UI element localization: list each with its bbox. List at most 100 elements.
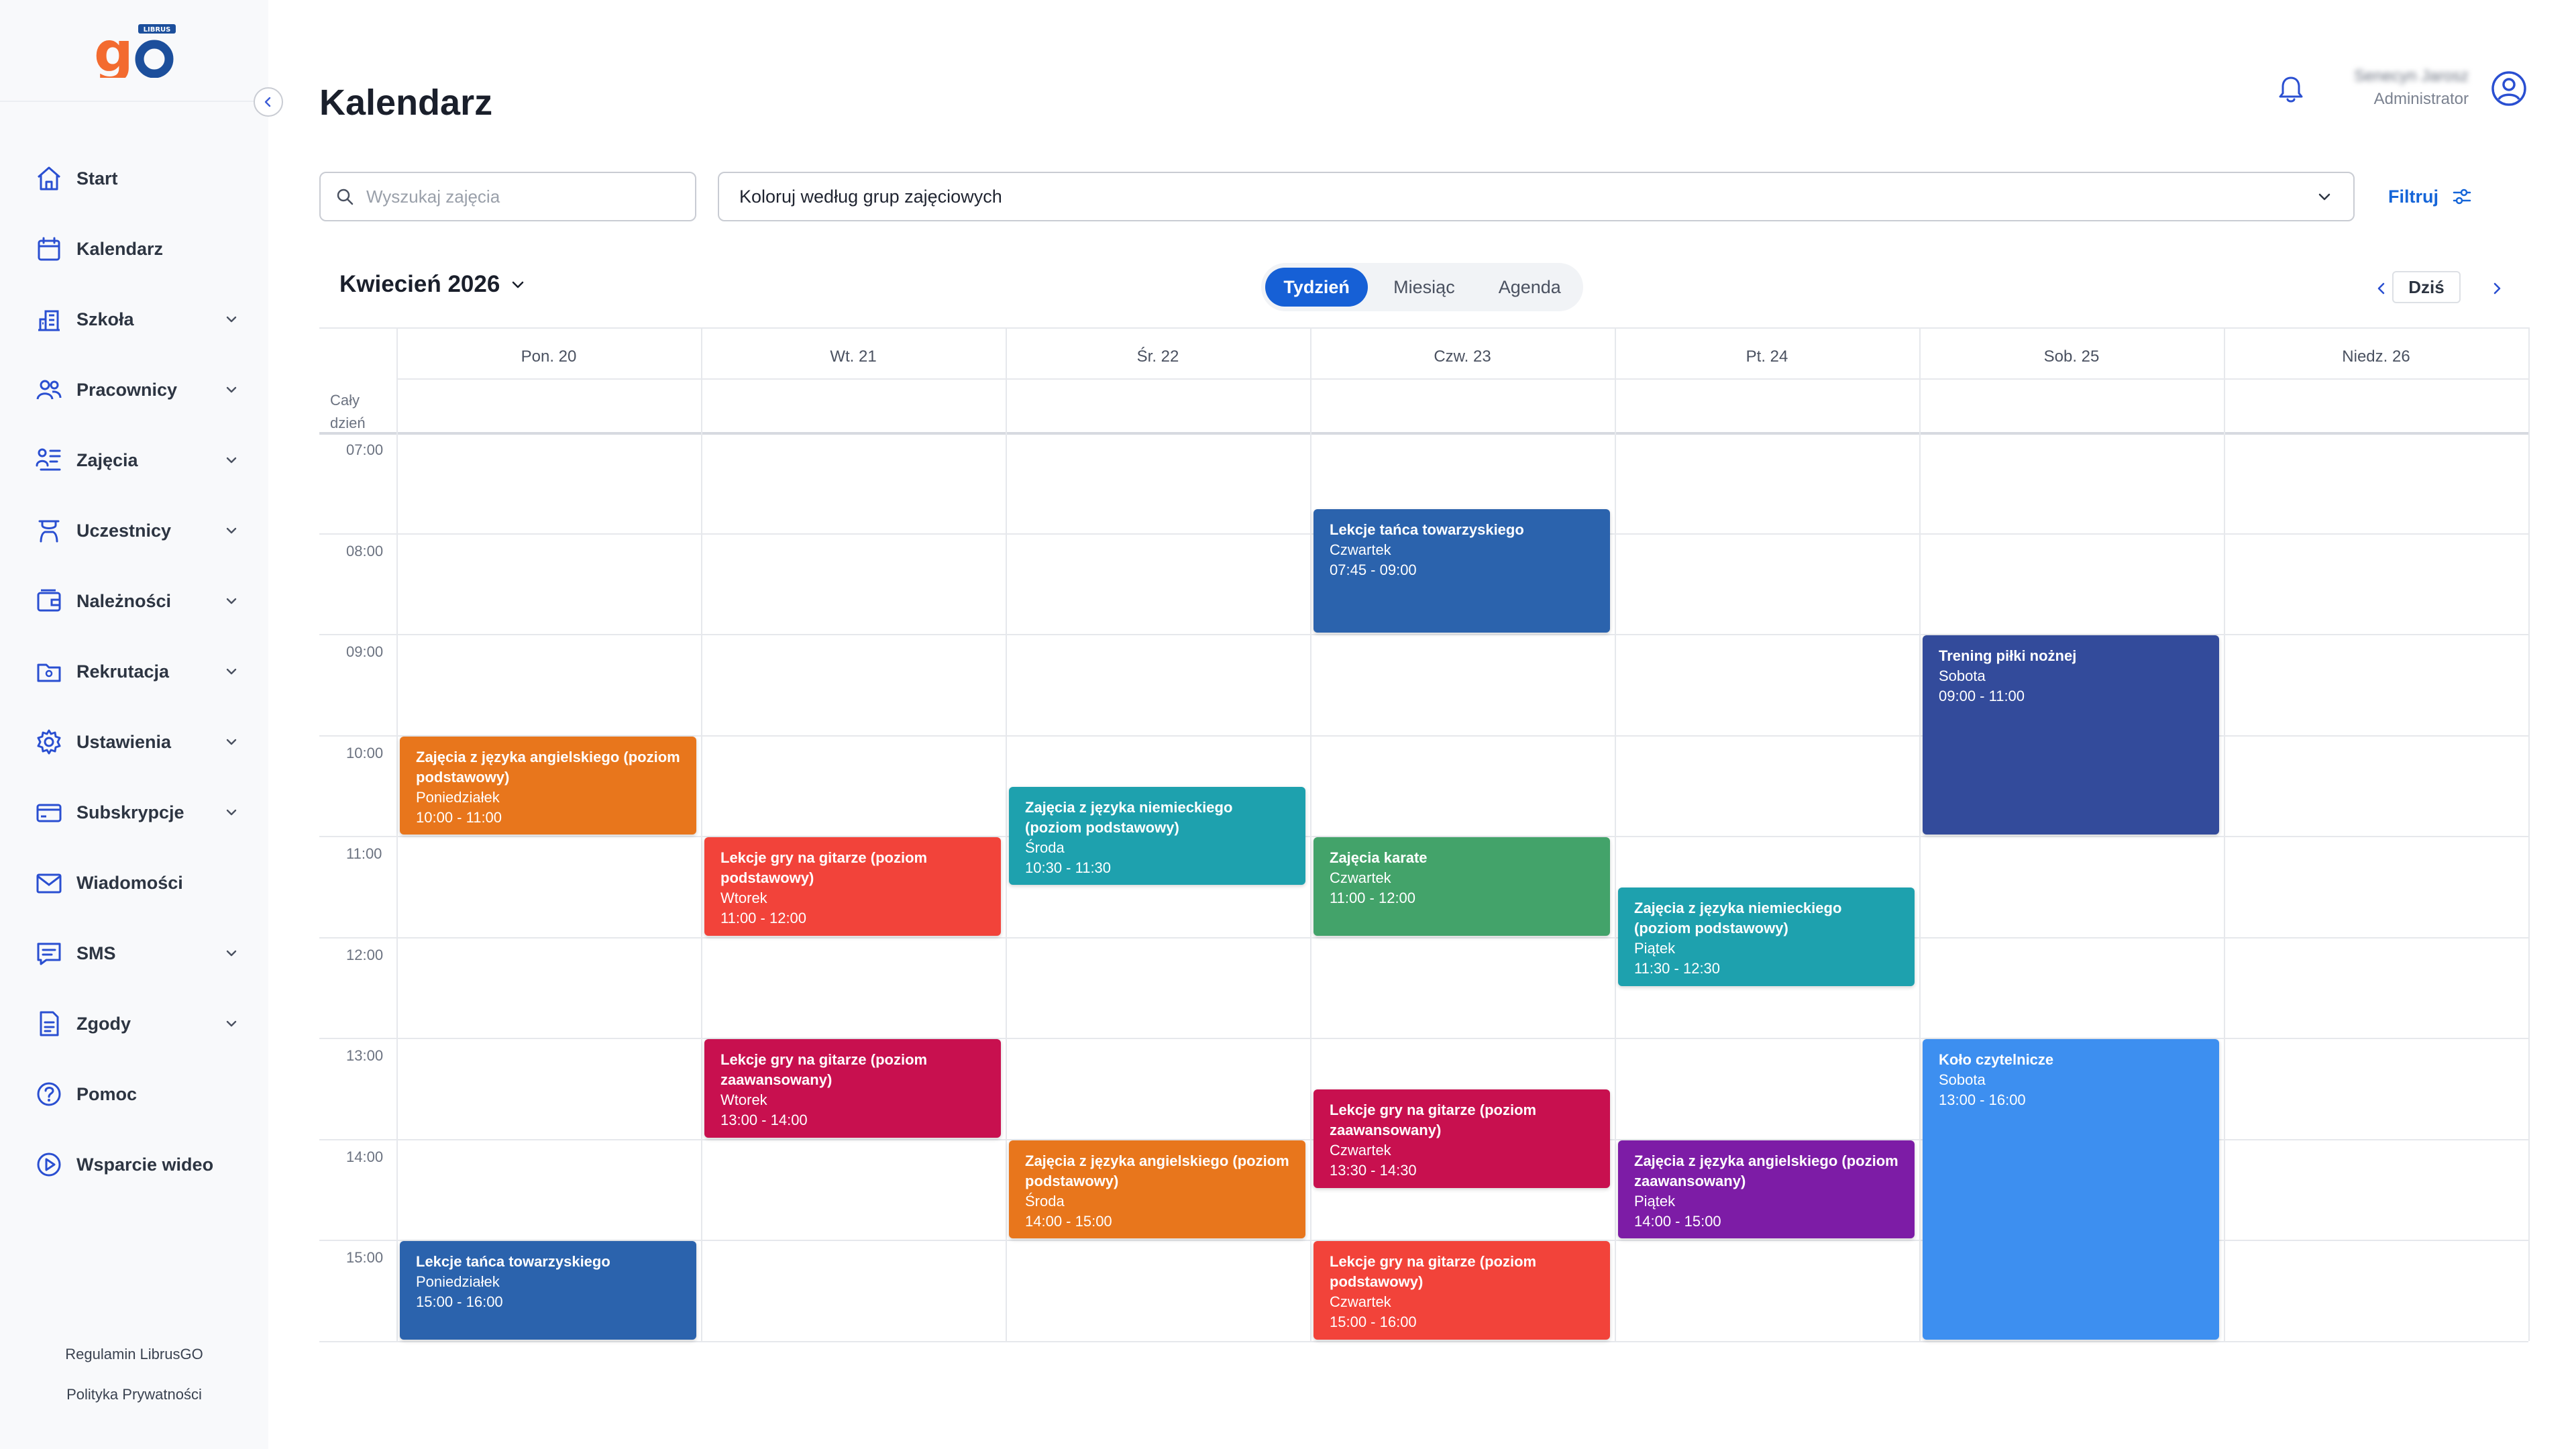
today-button[interactable]: Dziś xyxy=(2392,271,2461,303)
tab-agenda[interactable]: Agenda xyxy=(1481,268,1579,307)
calendar-event[interactable]: Lekcje gry na gitarze (poziom zaawansowa… xyxy=(1313,1089,1610,1188)
day-header[interactable]: Pt. 24 xyxy=(1615,347,1919,366)
calendar-event[interactable]: Zajęcia z języka angielskiego (poziom za… xyxy=(1618,1140,1915,1238)
chevron-left-icon xyxy=(2377,282,2385,294)
grid-line xyxy=(2528,327,2530,1341)
chevron-down-icon xyxy=(221,732,241,752)
event-title: Koło czytelnicze xyxy=(1939,1051,2054,1068)
event-title: Lekcje gry na gitarze (poziom zaawansowa… xyxy=(1330,1102,1537,1139)
tab-month[interactable]: Miesiąc xyxy=(1368,268,1480,307)
next-week-button[interactable] xyxy=(2483,275,2510,302)
hour-label: 15:00 xyxy=(346,1249,384,1266)
grid-line xyxy=(319,327,2528,329)
sidebar-item-13[interactable]: Zgody xyxy=(34,1004,241,1044)
day-header[interactable]: Wt. 21 xyxy=(701,347,1006,366)
calendar-event[interactable]: Lekcje tańca towarzyskiego Czwartek 07:45 … xyxy=(1313,508,1610,633)
grid-line xyxy=(319,1340,2528,1342)
librusgo-logo[interactable]: g LIBRUS xyxy=(94,21,178,85)
filter-button[interactable]: Filtruj xyxy=(2388,180,2473,213)
notifications-bell-icon[interactable] xyxy=(2274,72,2308,106)
event-title: Zajęcia z języka angielskiego (poziom za… xyxy=(1634,1152,1898,1189)
search-field[interactable] xyxy=(319,172,696,221)
grid-line xyxy=(1615,327,1616,1341)
svg-text:g: g xyxy=(94,24,133,78)
sidebar-item-1[interactable]: Start xyxy=(34,158,241,199)
event-title: Lekcje tańca towarzyskiego xyxy=(416,1253,610,1270)
card-icon xyxy=(34,797,64,828)
sliders-icon xyxy=(2453,189,2471,205)
chevron-right-icon xyxy=(2493,282,2501,294)
sidebar-item-12[interactable]: SMS xyxy=(34,933,241,973)
day-header[interactable]: Sob. 25 xyxy=(1919,347,2224,366)
chevron-down-icon xyxy=(221,1014,241,1034)
color-by-select[interactable]: Koloruj według grup zajęciowych xyxy=(718,172,2355,221)
sidebar-item-3[interactable]: Szkoła xyxy=(34,299,241,339)
sidebar-item-7[interactable]: Należności xyxy=(34,581,241,621)
calendar-event[interactable]: Zajęcia z języka niemieckiego (poziom po… xyxy=(1618,888,1915,986)
chevron-down-icon xyxy=(221,661,241,682)
event-weekday: Czwartek xyxy=(1330,1142,1391,1159)
hour-label: 14:00 xyxy=(346,1148,384,1165)
calendar-event[interactable]: Lekcje tańca towarzyskiego Poniedziałek 15… xyxy=(400,1241,696,1340)
event-time: 09:00 - 11:00 xyxy=(1939,688,2025,704)
school-icon xyxy=(34,304,64,335)
sidebar-item-label: Pracownicy xyxy=(76,379,178,400)
sidebar-item-8[interactable]: Rekrutacja xyxy=(34,651,241,692)
folder-icon xyxy=(34,656,64,687)
previous-week-button[interactable] xyxy=(2368,275,2395,302)
collapse-sidebar-button[interactable] xyxy=(254,87,283,117)
calendar-event[interactable]: Zajęcia z języka angielskiego (poziom po… xyxy=(1009,1140,1305,1238)
view-switcher: Tydzień Miesiąc Agenda xyxy=(1261,263,1583,311)
sidebar-item-9[interactable]: Ustawienia xyxy=(34,722,241,762)
day-header[interactable]: Niedz. 26 xyxy=(2224,347,2528,366)
calendar-event[interactable]: Zajęcia z języka angielskiego (poziom po… xyxy=(400,736,696,835)
sidebar-item-label: Ustawienia xyxy=(76,731,172,752)
calendar-event[interactable]: Lekcje gry na gitarze (poziom zaawansowa… xyxy=(704,1039,1001,1138)
calendar-event[interactable]: Zajęcia z języka niemieckiego (poziom po… xyxy=(1009,786,1305,885)
event-weekday: Poniedziałek xyxy=(416,788,500,806)
chevron-down-icon xyxy=(221,309,241,329)
day-header[interactable]: Pon. 20 xyxy=(396,347,701,366)
calendar-event[interactable]: Trening piłki nożnej Sobota 09:00 - 11:00 xyxy=(1923,635,2219,835)
calendar-event[interactable]: Zajęcia karate Czwartek 11:00 - 12:00 xyxy=(1313,837,1610,936)
page-title: Kalendarz xyxy=(319,83,493,123)
search-icon xyxy=(337,189,354,205)
wallet-icon xyxy=(34,586,64,616)
calendar-event[interactable]: Lekcje gry na gitarze (poziom podstawowy… xyxy=(704,837,1001,936)
search-input[interactable] xyxy=(366,186,661,207)
grid-line xyxy=(319,936,2528,938)
sidebar-item-11[interactable]: Wiadomości xyxy=(34,863,241,903)
chevron-down-icon xyxy=(221,521,241,541)
sidebar-item-14[interactable]: Pomoc xyxy=(34,1074,241,1114)
hour-label: 12:00 xyxy=(346,946,384,963)
color-by-select-value: Koloruj według grup zajęciowych xyxy=(739,186,1002,207)
event-weekday: Środa xyxy=(1025,839,1065,856)
hour-label: 10:00 xyxy=(346,744,384,761)
sidebar-item-15[interactable]: Wsparcie wideo xyxy=(34,1144,241,1185)
calendar-event[interactable]: Lekcje gry na gitarze (poziom podstawowy… xyxy=(1313,1241,1610,1340)
sidebar-item-label: Wiadomości xyxy=(76,872,183,893)
sidebar-item-6[interactable]: Uczestnicy xyxy=(34,511,241,551)
sidebar-item-10[interactable]: Subskrypcje xyxy=(34,792,241,833)
sidebar-item-4[interactable]: Pracownicy xyxy=(34,370,241,410)
grid-line xyxy=(319,432,2528,435)
day-header[interactable]: Czw. 23 xyxy=(1310,347,1615,366)
terms-link[interactable]: Regulamin LibrusGO xyxy=(0,1346,268,1363)
day-header[interactable]: Śr. 22 xyxy=(1006,347,1310,366)
sidebar-item-label: Uczestnicy xyxy=(76,520,172,541)
user-account-icon[interactable] xyxy=(2490,70,2528,107)
allday-label: Cały dzień xyxy=(330,392,366,431)
sidebar-item-2[interactable]: Kalendarz xyxy=(34,229,241,269)
sidebar-item-label: Należności xyxy=(76,590,172,611)
month-picker[interactable]: Kwiecień 2026 xyxy=(339,271,528,298)
sidebar-item-label: Subskrypcje xyxy=(76,802,184,822)
calendar-event[interactable]: Koło czytelnicze Sobota 13:00 - 16:00 xyxy=(1923,1039,2219,1340)
tab-week[interactable]: Tydzień xyxy=(1265,268,1368,307)
privacy-link[interactable]: Polityka Prywatności xyxy=(0,1386,268,1403)
grid-line xyxy=(396,378,2528,380)
participants-icon xyxy=(34,515,64,546)
event-title: Zajęcia z języka niemieckiego (poziom po… xyxy=(1025,798,1233,836)
event-time: 14:00 - 15:00 xyxy=(1634,1212,1721,1230)
user-role: Administrator xyxy=(2373,90,2469,108)
sidebar-item-5[interactable]: Zajęcia xyxy=(34,440,241,480)
